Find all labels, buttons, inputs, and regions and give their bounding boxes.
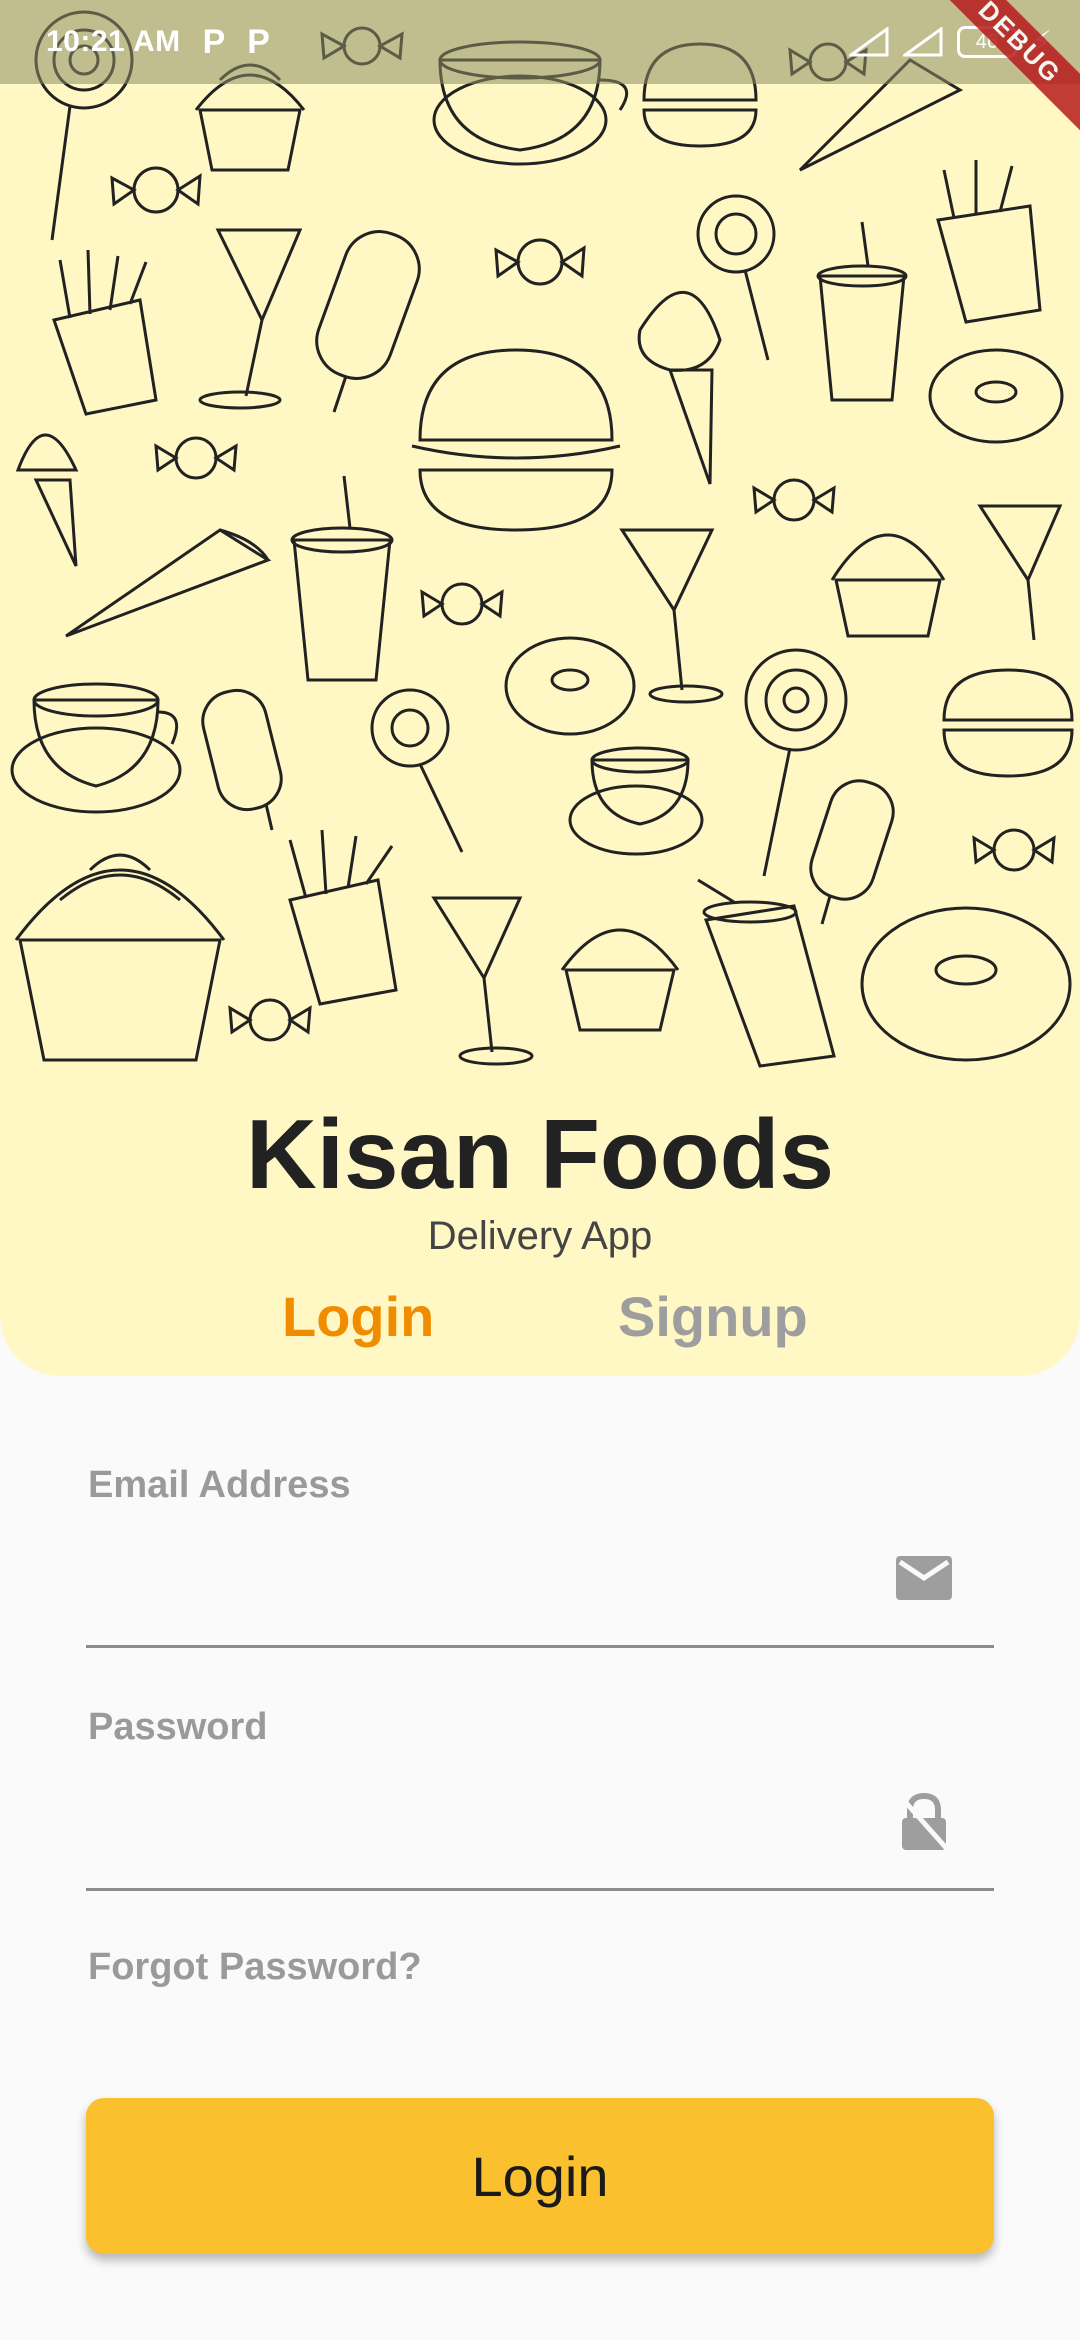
cocktail-glass-doodle: [198, 228, 303, 410]
soda-cup-doodle: [816, 221, 908, 402]
tab-login[interactable]: Login: [282, 1284, 434, 1349]
tea-cup-doodle: [568, 746, 704, 856]
fries-doodle: [936, 160, 1042, 324]
cupcake-doodle: [560, 928, 680, 1032]
ice-cream-cone-doodle: [637, 290, 722, 485]
lollipop-doodle: [744, 648, 848, 877]
lollipop-doodle: [370, 688, 464, 853]
fries-doodle: [288, 829, 398, 1006]
email-field[interactable]: [86, 1540, 870, 1612]
notification-icon: P: [247, 22, 270, 61]
popsicle-doodle: [809, 779, 895, 925]
fries-doodle: [52, 249, 158, 416]
cocktail-glass-doodle: [977, 504, 1063, 641]
donut-doodle: [928, 348, 1064, 444]
lollipop-doodle: [696, 194, 776, 361]
popsicle-doodle: [201, 688, 283, 831]
burger-doodle: [942, 668, 1074, 778]
soda-cup-doodle: [697, 878, 836, 1068]
password-underline: [86, 1888, 994, 1891]
notification-icon: P: [202, 22, 226, 61]
app-title: Kisan Foods: [245, 1099, 835, 1209]
signal-icon: [902, 27, 943, 57]
status-bar: 10:21 AM P P 46 ⚡: [0, 0, 1080, 84]
email-underline: [86, 1645, 994, 1648]
app-subtitle: Delivery App: [427, 1214, 653, 1258]
login-button[interactable]: Login: [86, 2098, 994, 2254]
mail-icon[interactable]: [892, 1546, 956, 1610]
candy-doodle: [972, 828, 1056, 872]
tea-cup-doodle: [10, 682, 182, 814]
status-time: 10:21 AM: [46, 25, 181, 58]
pizza-slice-doodle: [65, 528, 272, 638]
signal-icon: [848, 27, 889, 57]
password-field[interactable]: [86, 1784, 870, 1856]
header-panel: 10:21 AM P P 46 ⚡ DEBUG Kisan Foods Deli…: [0, 0, 1080, 1376]
candy-doodle: [228, 998, 312, 1042]
donut-doodle: [860, 906, 1072, 1062]
password-label: Password: [88, 1706, 268, 1748]
candy-doodle: [110, 166, 202, 214]
candy-doodle: [752, 478, 836, 522]
burger-doodle: [411, 348, 621, 532]
forgot-password-link[interactable]: Forgot Password?: [88, 1946, 422, 1989]
cocktail-glass-doodle: [619, 528, 724, 704]
ice-cream-cone-doodle: [15, 433, 79, 567]
candy-doodle: [154, 436, 238, 480]
lock-icon[interactable]: [892, 1790, 956, 1854]
cocktail-glass-doodle: [431, 896, 534, 1066]
candy-doodle: [494, 238, 586, 286]
email-label: Email Address: [88, 1464, 351, 1506]
donut-doodle: [504, 636, 636, 736]
tab-signup[interactable]: Signup: [618, 1284, 808, 1349]
food-doodle-background: [10, 10, 1074, 1068]
soda-cup-doodle: [290, 475, 394, 682]
popsicle-doodle: [315, 230, 421, 413]
candy-doodle: [420, 582, 504, 626]
cupcake-doodle: [14, 853, 226, 1062]
cupcake-doodle: [830, 533, 946, 638]
